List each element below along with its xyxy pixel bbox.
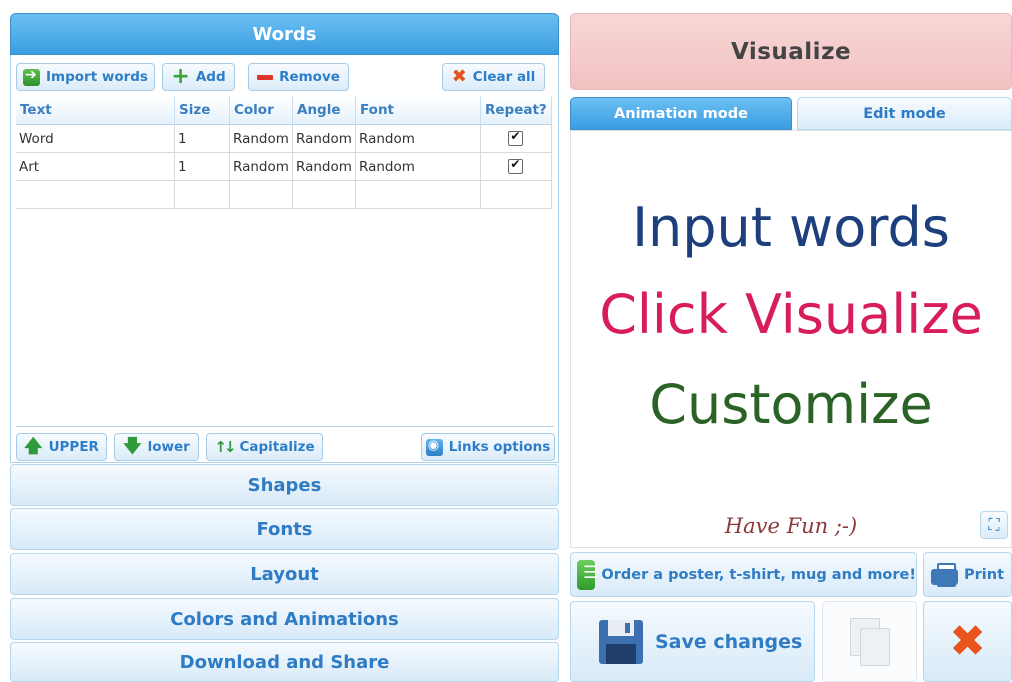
cell-size[interactable]: [174, 180, 230, 209]
import-words-button[interactable]: Import words: [16, 63, 155, 91]
section-layout[interactable]: Layout: [10, 553, 559, 595]
cell-text[interactable]: Art: [16, 152, 175, 181]
cart-icon: [577, 559, 599, 590]
cell-font[interactable]: Random: [355, 152, 481, 181]
copy-button[interactable]: [822, 601, 917, 682]
minus-icon: [257, 74, 274, 80]
tab-edit-mode[interactable]: Edit mode: [797, 97, 1012, 130]
table-row-empty[interactable]: [16, 180, 552, 209]
order-label: Order a poster, t-shirt, mug and more!: [601, 566, 916, 583]
section-shapes-label: Shapes: [247, 474, 322, 496]
words-panel-title: Words: [252, 23, 317, 45]
canvas-text-have-fun: Have Fun ;-): [724, 514, 858, 538]
cell-text[interactable]: [16, 180, 175, 209]
cell-color[interactable]: Random: [229, 124, 293, 153]
canvas-text-click-visualize: Click Visualize: [599, 283, 983, 346]
fullscreen-icon[interactable]: ⛶: [980, 511, 1008, 539]
delete-button[interactable]: ✖: [923, 601, 1012, 682]
cell-repeat: [480, 152, 552, 181]
words-panel-header[interactable]: Words: [10, 13, 559, 55]
uppercase-button[interactable]: 🡅 UPPER: [16, 433, 107, 461]
cell-size[interactable]: 1: [174, 152, 230, 181]
column-header-size[interactable]: Size: [174, 96, 230, 125]
repeat-checkbox[interactable]: [508, 157, 524, 174]
print-label: Print: [964, 566, 1005, 583]
table-row[interactable]: Word 1 Random Random Random: [16, 124, 552, 153]
lowercase-button[interactable]: 🡇 lower: [114, 433, 199, 461]
cell-angle[interactable]: [292, 180, 356, 209]
printer-icon: [930, 561, 960, 589]
cell-text[interactable]: Word: [16, 124, 175, 153]
section-fonts[interactable]: Fonts: [10, 508, 559, 550]
cell-font[interactable]: Random: [355, 124, 481, 153]
x-icon: ✖: [451, 66, 467, 87]
order-products-button[interactable]: Order a poster, t-shirt, mug and more!: [570, 552, 917, 597]
links-options-button[interactable]: Links options: [421, 433, 555, 461]
table-header-row: Text Size Color Angle Font Repeat?: [16, 96, 552, 125]
repeat-checkbox[interactable]: [508, 129, 524, 146]
link-icon: [425, 438, 443, 456]
remove-button[interactable]: Remove: [248, 63, 349, 91]
section-fonts-label: Fonts: [256, 518, 313, 540]
visualize-button[interactable]: Visualize: [570, 13, 1012, 90]
section-layout-label: Layout: [250, 563, 319, 585]
arrow-up-icon: 🡅: [24, 436, 43, 457]
capitalize-button[interactable]: ↑↓ Capitalize: [206, 433, 323, 461]
cell-repeat: [480, 124, 552, 153]
tab-animation-label: Animation mode: [614, 105, 748, 122]
save-label: Save changes: [655, 630, 803, 653]
section-colors-label: Colors and Animations: [170, 608, 399, 630]
plus-icon: +: [171, 64, 190, 89]
x-icon: ✖: [949, 615, 986, 667]
import-icon: [23, 67, 41, 86]
cell-repeat[interactable]: [480, 180, 552, 209]
arrows-updown-icon: ↑↓: [214, 438, 236, 456]
words-table: Text Size Color Angle Font Repeat? Word …: [16, 96, 552, 209]
cell-font[interactable]: [355, 180, 481, 209]
column-header-repeat[interactable]: Repeat?: [480, 96, 552, 125]
column-header-color[interactable]: Color: [229, 96, 293, 125]
section-download-label: Download and Share: [179, 651, 390, 673]
cell-size[interactable]: 1: [174, 124, 230, 153]
canvas-text-input-words: Input words: [632, 196, 950, 259]
arrow-down-icon: 🡇: [123, 436, 142, 457]
cell-angle[interactable]: Random: [292, 124, 356, 153]
copy-icon: [849, 617, 890, 666]
tab-animation-mode[interactable]: Animation mode: [570, 97, 792, 130]
section-colors-animations[interactable]: Colors and Animations: [10, 598, 559, 640]
clear-all-button[interactable]: ✖ Clear all: [442, 63, 545, 91]
floppy-icon: [599, 619, 643, 664]
cell-color[interactable]: Random: [229, 152, 293, 181]
print-button[interactable]: Print: [923, 552, 1012, 597]
cell-color[interactable]: [229, 180, 293, 209]
add-button[interactable]: + Add: [162, 63, 235, 91]
column-header-angle[interactable]: Angle: [292, 96, 356, 125]
table-bottom-divider: [16, 426, 554, 427]
section-shapes[interactable]: Shapes: [10, 464, 559, 506]
column-header-font[interactable]: Font: [355, 96, 481, 125]
tab-edit-label: Edit mode: [863, 105, 946, 122]
visualize-label: Visualize: [730, 38, 852, 65]
canvas-text-customize: Customize: [649, 373, 933, 436]
cell-angle[interactable]: Random: [292, 152, 356, 181]
table-row[interactable]: Art 1 Random Random Random: [16, 152, 552, 181]
section-download-share[interactable]: Download and Share: [10, 642, 559, 682]
save-changes-button[interactable]: Save changes: [570, 601, 815, 682]
column-header-text[interactable]: Text: [16, 96, 175, 125]
